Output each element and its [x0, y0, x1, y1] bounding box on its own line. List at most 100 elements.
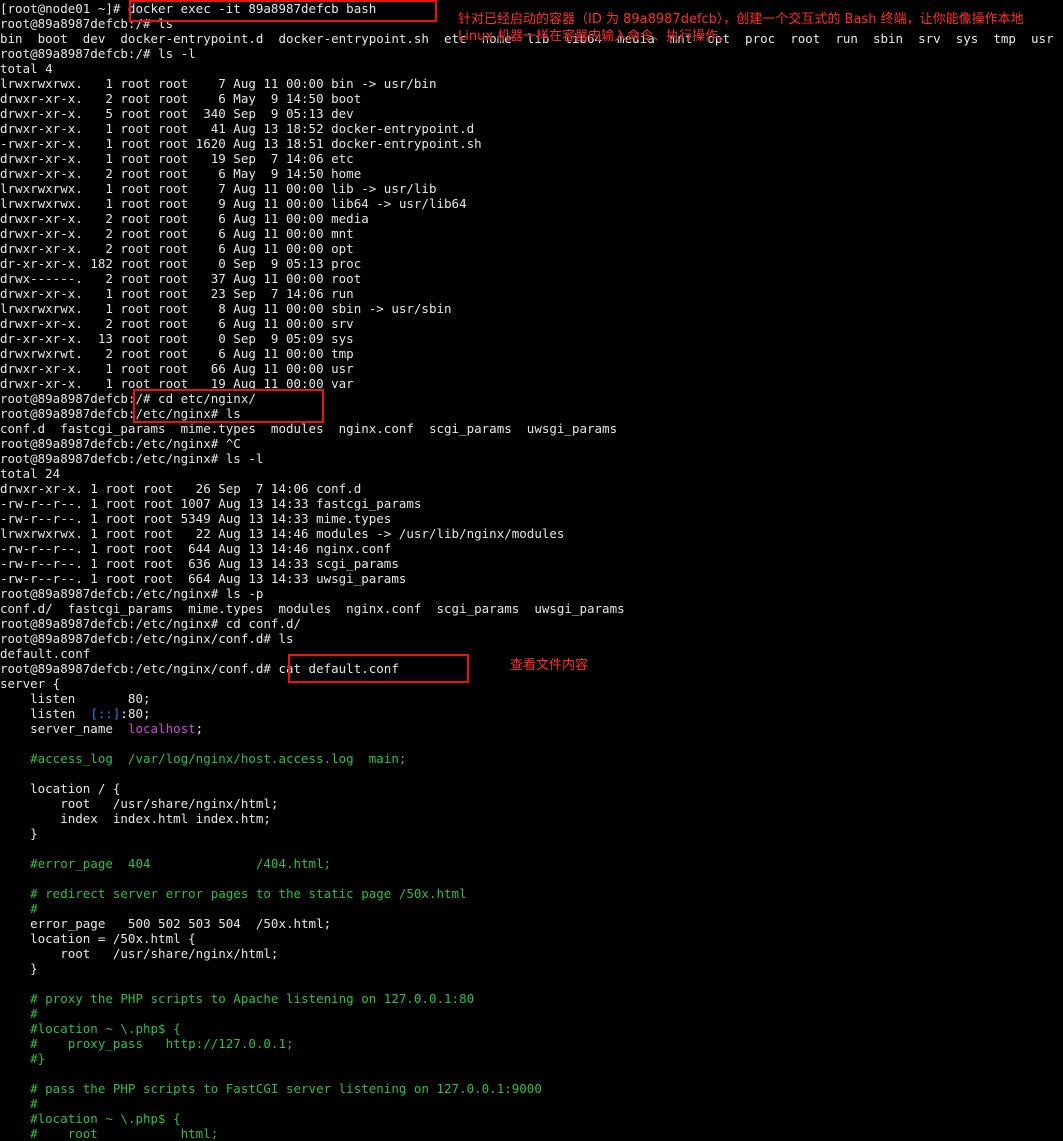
terminal-text-segment: drwxr-xr-x. 1 root root 23 Sep 7 14:06 r…: [0, 286, 354, 301]
terminal-text-segment: # pass the PHP scripts to FastCGI server…: [0, 1081, 542, 1096]
terminal-text-segment: root@89a8987defcb:/# cd etc/nginx/: [0, 391, 256, 406]
terminal-line: #: [0, 901, 1063, 916]
terminal-line: location / {: [0, 781, 1063, 796]
terminal-text-segment: conf.d/ fastcgi_params mime.types module…: [0, 601, 625, 616]
terminal-line: error_page 500 502 503 504 /50x.html;: [0, 916, 1063, 931]
terminal-line: lrwxrwxrwx. 1 root root 7 Aug 11 00:00 b…: [0, 76, 1063, 91]
terminal-line: -rw-r--r--. 1 root root 1007 Aug 13 14:3…: [0, 496, 1063, 511]
terminal-text-segment: }: [0, 826, 38, 841]
terminal-text-segment: root@89a8987defcb:/etc/nginx# ^C: [0, 436, 241, 451]
terminal-text-segment: total 24: [0, 466, 61, 481]
terminal-text-segment: root@89a8987defcb:/etc/nginx# ls -l: [0, 451, 264, 466]
terminal-text-segment: -rwxr-xr-x. 1 root root 1620 Aug 13 18:5…: [0, 136, 482, 151]
terminal-line: drwxr-xr-x. 2 root root 6 May 9 14:50 ho…: [0, 166, 1063, 181]
terminal-line: #: [0, 1006, 1063, 1021]
terminal-line: root /usr/share/nginx/html;: [0, 946, 1063, 961]
terminal-text-segment: drwxr-xr-x. 1 root root 66 Aug 11 00:00 …: [0, 361, 354, 376]
terminal-text-segment: drwxr-xr-x. 2 root root 6 May 9 14:50 ho…: [0, 166, 362, 181]
terminal-text-segment: #location ~ \.php$ {: [0, 1021, 181, 1036]
terminal-line: location = /50x.html {: [0, 931, 1063, 946]
terminal-text-segment: root /usr/share/nginx/html;: [0, 796, 279, 811]
terminal-text-segment: -rw-r--r--. 1 root root 1007 Aug 13 14:3…: [0, 496, 422, 511]
terminal-text-segment: lrwxrwxrwx. 1 root root 7 Aug 11 00:00 b…: [0, 76, 437, 91]
terminal-line: dr-xr-xr-x. 182 root root 0 Sep 9 05:13 …: [0, 256, 1063, 271]
annotation-note-cat: 查看文件内容: [510, 658, 589, 673]
terminal-line: # root html;: [0, 1126, 1063, 1141]
terminal-line: drwxr-xr-x. 2 root root 6 Aug 11 00:00 m…: [0, 211, 1063, 226]
terminal-text-segment: lrwxrwxrwx. 1 root root 8 Aug 11 00:00 s…: [0, 301, 452, 316]
terminal-text-segment: listen: [0, 706, 91, 721]
terminal-line: root@89a8987defcb:/etc/nginx# ^C: [0, 436, 1063, 451]
terminal-line: drwxr-xr-x. 1 root root 26 Sep 7 14:06 c…: [0, 481, 1063, 496]
terminal-text-segment: #: [0, 901, 38, 916]
terminal-line: -rw-r--r--. 1 root root 664 Aug 13 14:33…: [0, 571, 1063, 586]
terminal-line: root@89a8987defcb:/# cd etc/nginx/: [0, 391, 1063, 406]
terminal-text-segment: root@89a8987defcb:/etc/nginx# ls: [0, 406, 241, 421]
terminal-text-segment: dr-xr-xr-x. 13 root root 0 Sep 9 05:09 s…: [0, 331, 354, 346]
terminal-line: root@89a8987defcb:/etc/nginx# ls -l: [0, 451, 1063, 466]
terminal-text-segment: root@89a8987defcb:/etc/nginx# ls -p: [0, 586, 264, 601]
terminal-line: listen 80;: [0, 691, 1063, 706]
terminal-text-segment: drwxr-xr-x. 5 root root 340 Sep 9 05:13 …: [0, 106, 354, 121]
terminal-text-segment: # root html;: [0, 1126, 219, 1141]
terminal-line: server_name localhost;: [0, 721, 1063, 736]
terminal-line: drwxr-xr-x. 1 root root 23 Sep 7 14:06 r…: [0, 286, 1063, 301]
terminal-line: #: [0, 1096, 1063, 1111]
terminal-text-segment: error_page 500 502 503 504 /50x.html;: [0, 916, 332, 931]
terminal-line: root@89a8987defcb:/# ls -l: [0, 46, 1063, 61]
terminal-line: -rw-r--r--. 1 root root 636 Aug 13 14:33…: [0, 556, 1063, 571]
terminal-line: }: [0, 961, 1063, 976]
terminal-line: #error_page 404 /404.html;: [0, 856, 1063, 871]
terminal-line: drwxr-xr-x. 2 root root 6 May 9 14:50 bo…: [0, 91, 1063, 106]
terminal-line: -rw-r--r--. 1 root root 5349 Aug 13 14:3…: [0, 511, 1063, 526]
terminal-line: total 24: [0, 466, 1063, 481]
terminal-text-segment: dr-xr-xr-x. 182 root root 0 Sep 9 05:13 …: [0, 256, 362, 271]
terminal-text-segment: root /usr/share/nginx/html;: [0, 946, 279, 961]
terminal-line: # proxy_pass http://127.0.0.1;: [0, 1036, 1063, 1051]
terminal-text-segment: # redirect server error pages to the sta…: [0, 886, 467, 901]
terminal-text-segment: drwxr-xr-x. 1 root root 19 Sep 7 14:06 e…: [0, 151, 354, 166]
terminal-text-segment: conf.d fastcgi_params mime.types modules…: [0, 421, 618, 436]
terminal-line: lrwxrwxrwx. 1 root root 9 Aug 11 00:00 l…: [0, 196, 1063, 211]
terminal-text-segment: root@89a8987defcb:/# ls: [0, 16, 174, 31]
terminal-text-segment: server_name: [0, 721, 128, 736]
terminal-text-segment: #}: [0, 1051, 46, 1066]
terminal-text-segment: # proxy the PHP scripts to Apache listen…: [0, 991, 475, 1006]
terminal-text-segment: total 4: [0, 61, 53, 76]
terminal-text-segment: drwxr-xr-x. 1 root root 19 Aug 11 00:00 …: [0, 376, 354, 391]
terminal-text-segment: -rw-r--r--. 1 root root 664 Aug 13 14:33…: [0, 571, 407, 586]
terminal-text-segment: drwxr-xr-x. 2 root root 6 May 9 14:50 bo…: [0, 91, 362, 106]
terminal-line: #}: [0, 1051, 1063, 1066]
terminal-text-segment: lrwxrwxrwx. 1 root root 7 Aug 11 00:00 l…: [0, 181, 437, 196]
terminal-line: }: [0, 826, 1063, 841]
terminal-text-segment: default.conf: [0, 646, 91, 661]
terminal-line: drwxr-xr-x. 2 root root 6 Aug 11 00:00 s…: [0, 316, 1063, 331]
terminal-text-segment: drwxr-xr-x. 1 root root 41 Aug 13 18:52 …: [0, 121, 475, 136]
terminal-line: root@89a8987defcb:/etc/nginx# ls: [0, 406, 1063, 421]
terminal-line: # pass the PHP scripts to FastCGI server…: [0, 1081, 1063, 1096]
terminal-text-segment: drwxr-xr-x. 2 root root 6 Aug 11 00:00 o…: [0, 241, 354, 256]
terminal-line: drwxrwxrwt. 2 root root 6 Aug 11 00:00 t…: [0, 346, 1063, 361]
terminal-line: lrwxrwxrwx. 1 root root 8 Aug 11 00:00 s…: [0, 301, 1063, 316]
terminal-line: dr-xr-xr-x. 13 root root 0 Sep 9 05:09 s…: [0, 331, 1063, 346]
annotation-note-exec: 针对已经启动的容器（ID 为 89a8987defcb），创建一个交互式的 Ba…: [458, 12, 1024, 44]
terminal-text-segment: [root@node01 ~]# docker exec -it 89a8987…: [0, 1, 377, 16]
terminal-line: root@89a8987defcb:/etc/nginx# cd conf.d/: [0, 616, 1063, 631]
terminal-text-segment: -rw-r--r--. 1 root root 5349 Aug 13 14:3…: [0, 511, 392, 526]
terminal-text-segment: drwxr-xr-x. 1 root root 26 Sep 7 14:06 c…: [0, 481, 362, 496]
terminal-line: drwxr-xr-x. 1 root root 19 Sep 7 14:06 e…: [0, 151, 1063, 166]
terminal-text-segment: location / {: [0, 781, 121, 796]
terminal-text-segment: listen 80;: [0, 691, 151, 706]
terminal-window[interactable]: [root@node01 ~]# docker exec -it 89a8987…: [0, 0, 1063, 1141]
terminal-line: # proxy the PHP scripts to Apache listen…: [0, 991, 1063, 1006]
terminal-text-segment: -rw-r--r--. 1 root root 644 Aug 13 14:46…: [0, 541, 392, 556]
terminal-text-segment: #: [0, 1096, 38, 1111]
terminal-line: conf.d fastcgi_params mime.types modules…: [0, 421, 1063, 436]
terminal-text-segment: #error_page 404 /404.html;: [0, 856, 332, 871]
terminal-text-segment: lrwxrwxrwx. 1 root root 22 Aug 13 14:46 …: [0, 526, 565, 541]
terminal-line: listen [::]:80;: [0, 706, 1063, 721]
terminal-text-segment: drwxr-xr-x. 2 root root 6 Aug 11 00:00 m…: [0, 211, 369, 226]
